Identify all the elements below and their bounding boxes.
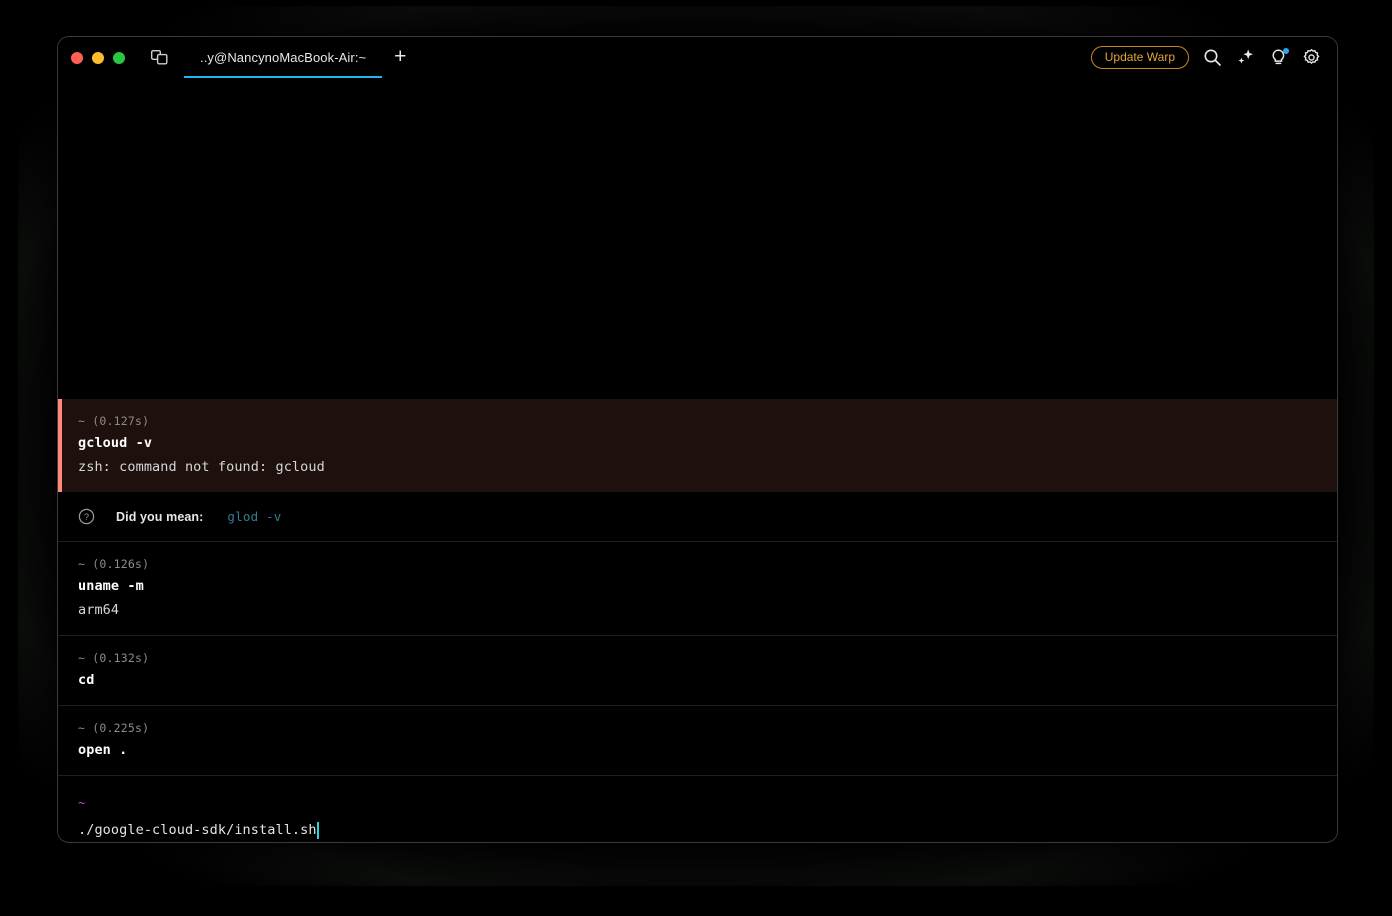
notification-dot (1283, 47, 1289, 54)
command-block-cd[interactable]: ~ (0.132s) cd (58, 635, 1337, 705)
update-warp-button[interactable]: Update Warp (1090, 46, 1189, 69)
traffic-lights (71, 51, 125, 64)
close-window-button[interactable] (71, 51, 83, 64)
block-command: uname -m (78, 578, 144, 594)
terminal-body[interactable]: ~ (0.127s) gcloud -v zsh: command not fo… (58, 78, 1337, 840)
block-command: cd (78, 672, 95, 688)
tab-strip: ..y@NancynoMacBook-Air:~ + (184, 37, 418, 78)
question-circle-icon: ? (78, 508, 95, 525)
split-panes-icon[interactable] (150, 49, 168, 67)
block-meta: ~ (0.132s) (78, 651, 150, 665)
titlebar-actions: Update Warp (1090, 46, 1337, 69)
update-warp-label: Update Warp (1104, 50, 1175, 64)
block-command: open . (78, 742, 128, 758)
new-tab-button[interactable]: + (382, 37, 418, 78)
ai-sparkle-icon[interactable] (1235, 48, 1255, 68)
block-meta: ~ (0.126s) (78, 557, 150, 571)
svg-text:?: ? (84, 512, 89, 522)
search-icon[interactable] (1202, 48, 1222, 68)
error-accent-bar (58, 399, 62, 492)
titlebar: ..y@NancynoMacBook-Air:~ + Update Warp (58, 37, 1337, 78)
minimize-window-button[interactable] (92, 51, 104, 64)
gear-icon[interactable] (1301, 48, 1321, 68)
block-output: arm64 (78, 602, 120, 618)
did-you-mean-row[interactable]: ? Did you mean: glod -v (58, 492, 1337, 542)
command-block-uname[interactable]: ~ (0.126s) uname -m arm64 (58, 542, 1337, 635)
command-input[interactable]: ./google-cloud-sdk/install.sh (78, 820, 317, 840)
text-caret (316, 821, 320, 839)
command-block-gcloud-error[interactable]: ~ (0.127s) gcloud -v zsh: command not fo… (58, 399, 1337, 492)
lightbulb-icon[interactable] (1268, 47, 1289, 68)
prompt-path: ~ (78, 796, 86, 810)
block-output: zsh: command not found: gcloud (78, 459, 325, 475)
block-meta: ~ (0.225s) (78, 721, 150, 735)
prompt-input-line[interactable]: ./google-cloud-sdk/install.sh (78, 820, 1337, 840)
did-you-mean-command[interactable]: glod -v (227, 509, 281, 524)
tab-session-0[interactable]: ..y@NancynoMacBook-Air:~ (184, 37, 383, 78)
new-tab-label: + (394, 45, 407, 68)
desktop-backdrop: ..y@NancynoMacBook-Air:~ + Update Warp ~… (0, 0, 1392, 916)
command-block-open[interactable]: ~ (0.225s) open . (58, 705, 1337, 775)
did-you-mean-label: Did you mean: (116, 509, 204, 524)
terminal-empty-space (58, 78, 1337, 399)
active-prompt-block[interactable]: ~ ./google-cloud-sdk/install.sh (58, 775, 1337, 840)
maximize-window-button[interactable] (113, 51, 125, 64)
warp-terminal-window: ..y@NancynoMacBook-Air:~ + Update Warp ~… (57, 36, 1338, 843)
block-command: gcloud -v (78, 435, 153, 451)
tab-label: ..y@NancynoMacBook-Air:~ (200, 50, 367, 65)
block-meta: ~ (0.127s) (78, 414, 150, 428)
